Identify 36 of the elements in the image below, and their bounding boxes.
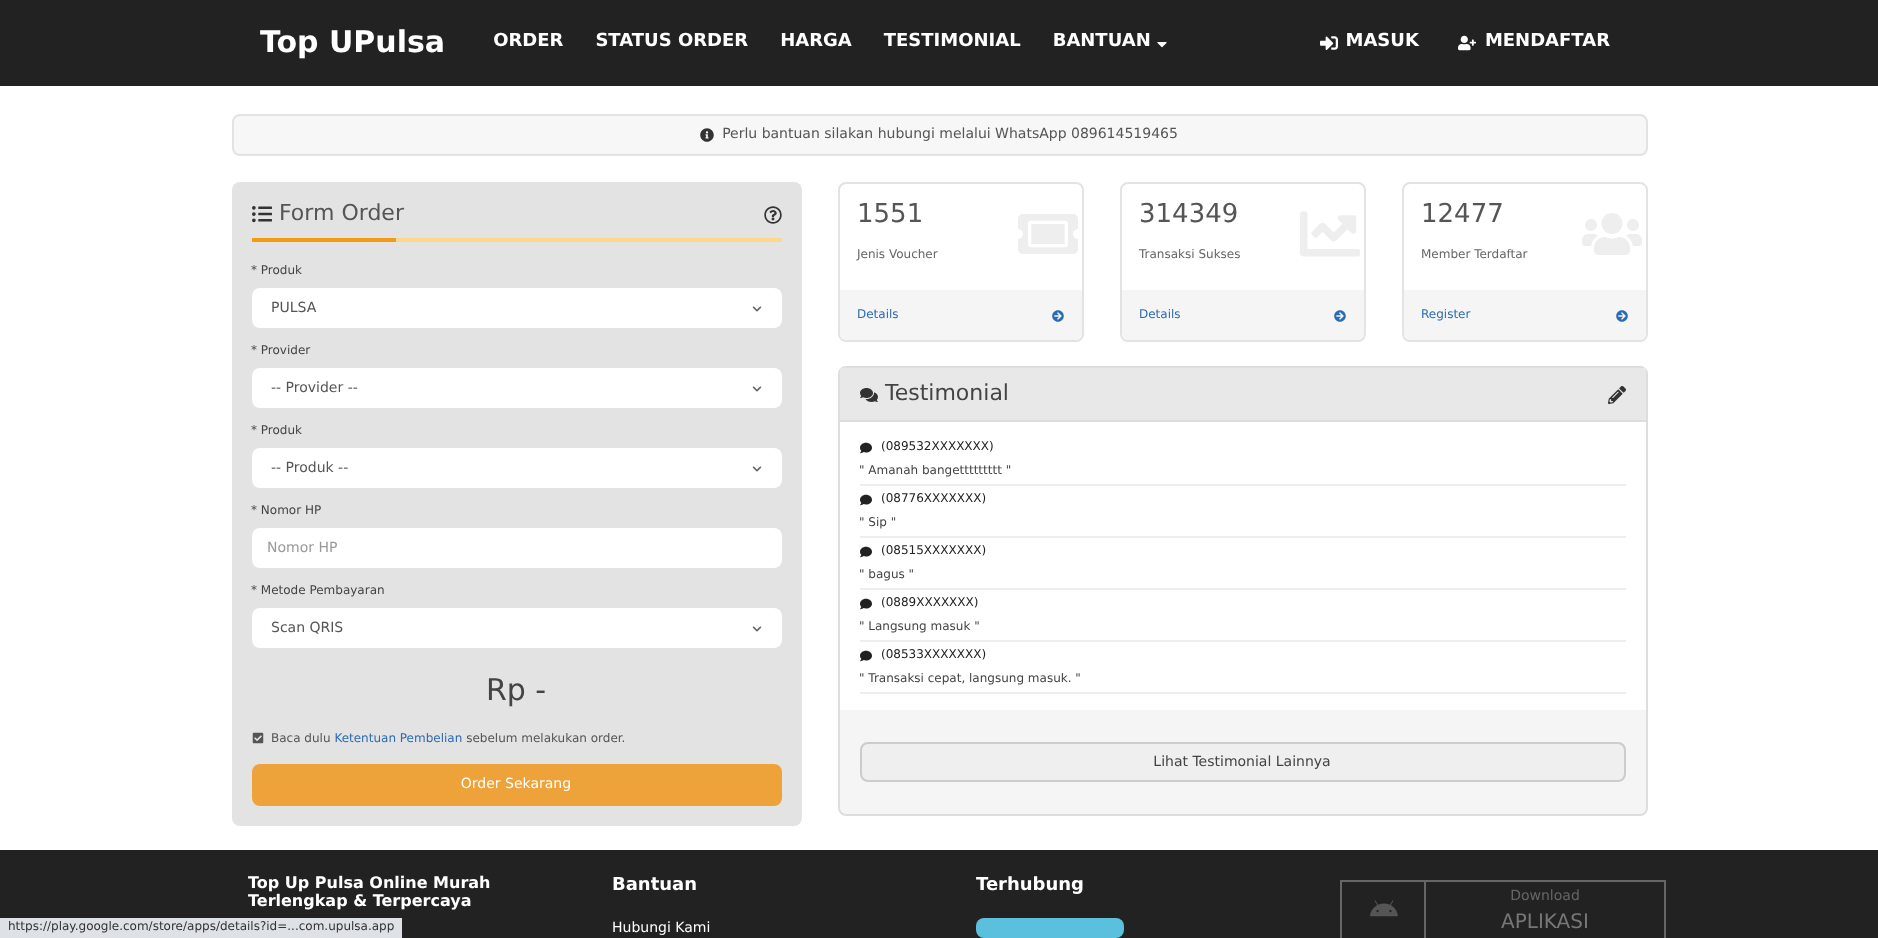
nav-link[interactable]: STATUS ORDER [595, 29, 749, 57]
comment-icon [859, 545, 871, 557]
footer-heading: Bantuan [612, 874, 700, 900]
comment-icon [859, 493, 871, 505]
price-text: Rp - [483, 670, 549, 712]
stat-value: 12477 [1421, 198, 1506, 234]
user-plus-icon [1458, 34, 1477, 52]
nav-link[interactable]: MENDAFTAR [1458, 29, 1610, 57]
info-icon [700, 128, 715, 142]
chevron-icon [751, 383, 761, 393]
chevron-icon [751, 463, 761, 473]
social-button[interactable] [976, 917, 1124, 938]
testimonial-title: Testimonial [885, 377, 1009, 410]
comment-icon [859, 597, 871, 609]
sign-in-icon [1319, 34, 1338, 52]
nav-link[interactable]: TESTIMONIAL [883, 29, 1021, 57]
nav-link[interactable]: ORDER [493, 29, 564, 57]
form-title: Form Order [279, 197, 404, 230]
list-icon [251, 204, 271, 224]
nav-link[interactable]: BANTUAN [1052, 29, 1171, 57]
nav-link[interactable]: MASUK [1319, 29, 1419, 57]
footer-heading: Terhubung [976, 874, 1086, 900]
nav-link[interactable]: HARGA [780, 29, 852, 57]
chevron-icon [751, 303, 761, 313]
checkbox[interactable] [251, 732, 263, 744]
stat-value: 1551 [857, 198, 926, 234]
comments-icon [859, 385, 877, 403]
pencil-icon[interactable] [1607, 385, 1625, 403]
brand-logo[interactable]: Top UPulsa [260, 20, 446, 66]
help-icon[interactable] [763, 205, 781, 223]
footer-about: Top Up Pulsa Online Murah Terlengkap & Terpercaya [248, 874, 493, 910]
chevron-icon [751, 623, 761, 633]
comment-icon [859, 649, 871, 661]
download-big-text: APLIKASI [1501, 909, 1589, 937]
stat-value: 314349 [1139, 198, 1241, 234]
comment-icon [859, 441, 871, 453]
